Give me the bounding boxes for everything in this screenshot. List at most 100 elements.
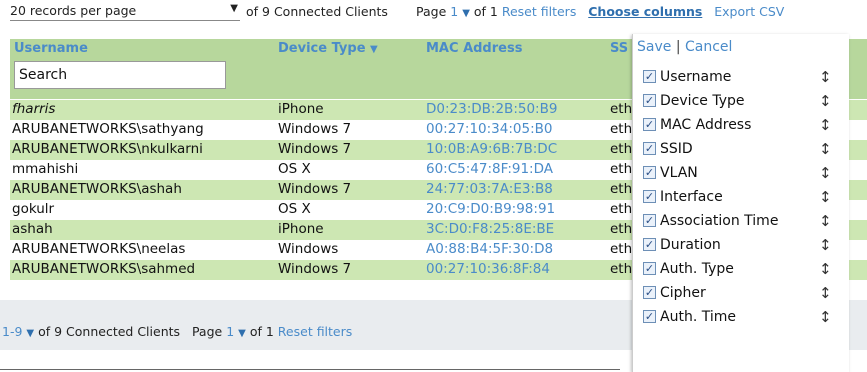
column-header-ssid[interactable]: SS <box>610 41 628 56</box>
records-per-page-select[interactable]: 20 records per page ▼ <box>10 3 240 21</box>
page-number-select[interactable]: 1 ▼ <box>450 4 470 19</box>
search-input[interactable] <box>14 61 226 89</box>
checkbox-checked-icon[interactable]: ✓ <box>643 286 656 299</box>
cell-username: ARUBANETWORKS\ashah <box>12 181 182 197</box>
cell-username: fharris <box>12 101 56 117</box>
column-option-vlan[interactable]: ✓ VLAN ↕ <box>643 164 841 186</box>
filter-icon[interactable]: ▼ <box>370 44 378 55</box>
cell-device-type: iPhone <box>278 101 324 117</box>
cell-device-type: Windows 7 <box>278 141 352 157</box>
checkbox-checked-icon[interactable]: ✓ <box>643 70 656 83</box>
cell-ssid: eth <box>610 141 633 157</box>
cell-mac-address[interactable]: 60:C5:47:8F:91:DA <box>426 161 553 177</box>
column-option-device-type[interactable]: ✓ Device Type ↕ <box>643 92 841 114</box>
cell-mac-address[interactable]: 3C:D0:F8:25:8E:BE <box>426 221 554 237</box>
drag-handle-icon[interactable]: ↕ <box>819 212 832 230</box>
column-option-label: Duration <box>660 237 721 253</box>
column-option-label: Association Time <box>660 213 779 229</box>
cell-device-type: Windows 7 <box>278 121 352 137</box>
drag-handle-icon[interactable]: ↕ <box>819 68 832 86</box>
column-option-association-time[interactable]: ✓ Association Time ↕ <box>643 212 841 234</box>
cell-ssid: eth <box>610 161 633 177</box>
column-header-device-type[interactable]: Device Type ▼ <box>278 41 378 56</box>
drag-handle-icon[interactable]: ↕ <box>819 140 832 158</box>
column-option-auth-type[interactable]: ✓ Auth. Type ↕ <box>643 260 841 282</box>
export-csv-link[interactable]: Export CSV <box>714 4 784 19</box>
checkbox-checked-icon[interactable]: ✓ <box>643 214 656 227</box>
divider <box>0 369 620 370</box>
cell-device-type: Windows 7 <box>278 261 352 277</box>
column-option-mac-address[interactable]: ✓ MAC Address ↕ <box>643 116 841 138</box>
cell-username: ashah <box>12 221 53 237</box>
column-option-duration[interactable]: ✓ Duration ↕ <box>643 236 841 258</box>
drag-handle-icon[interactable]: ↕ <box>819 164 832 182</box>
checkbox-checked-icon[interactable]: ✓ <box>643 310 656 323</box>
chevron-down-icon: ▼ <box>238 328 246 339</box>
footer-pagination: 1-9 ▼ of 9 Connected Clients Page 1 ▼ of… <box>2 324 352 339</box>
column-option-auth-time[interactable]: ✓ Auth. Time ↕ <box>643 308 841 330</box>
range-select[interactable]: 1-9 ▼ <box>2 324 34 339</box>
column-header-username[interactable]: Username <box>14 41 88 56</box>
column-option-label: MAC Address <box>660 117 752 133</box>
cell-username: ARUBANETWORKS\sathyang <box>12 121 204 137</box>
reset-filters-link[interactable]: Reset filters <box>502 4 576 19</box>
choose-columns-panel: Save | Cancel ✓ Username ↕ ✓ Device Type… <box>632 34 849 372</box>
cell-mac-address[interactable]: 10:0B:A9:6B:7B:DC <box>426 141 557 157</box>
checkbox-checked-icon[interactable]: ✓ <box>643 238 656 251</box>
drag-handle-icon[interactable]: ↕ <box>819 116 832 134</box>
cell-mac-address[interactable]: A0:88:B4:5F:30:D8 <box>426 241 553 257</box>
footer-page-total: of 1 <box>249 324 274 339</box>
cell-mac-address[interactable]: 20:C9:D0:B9:98:91 <box>426 201 555 217</box>
checkbox-checked-icon[interactable]: ✓ <box>643 166 656 179</box>
column-option-interface[interactable]: ✓ Interface ↕ <box>643 188 841 210</box>
checkbox-checked-icon[interactable]: ✓ <box>643 262 656 275</box>
cell-ssid: eth <box>610 181 633 197</box>
cell-device-type: Windows 7 <box>278 181 352 197</box>
checkbox-checked-icon[interactable]: ✓ <box>643 190 656 203</box>
toolbar: 20 records per page ▼ of 9 Connected Cli… <box>0 0 867 24</box>
footer-page-label: Page <box>191 324 223 339</box>
chevron-down-icon: ▼ <box>230 3 238 14</box>
cell-ssid: eth <box>610 261 633 277</box>
footer-page-number: 1 <box>226 324 235 339</box>
checkbox-checked-icon[interactable]: ✓ <box>643 118 656 131</box>
chevron-down-icon: ▼ <box>462 8 470 19</box>
column-option-username[interactable]: ✓ Username ↕ <box>643 68 841 90</box>
chevron-down-icon: ▼ <box>26 328 35 339</box>
drag-handle-icon[interactable]: ↕ <box>819 284 832 302</box>
footer-page-number-select[interactable]: 1 ▼ <box>226 324 246 339</box>
cell-mac-address[interactable]: 00:27:10:34:05:B0 <box>426 121 552 137</box>
drag-handle-icon[interactable]: ↕ <box>819 92 832 110</box>
drag-handle-icon[interactable]: ↕ <box>819 236 832 254</box>
drag-handle-icon[interactable]: ↕ <box>819 308 832 326</box>
column-option-cipher[interactable]: ✓ Cipher ↕ <box>643 284 841 306</box>
cell-mac-address[interactable]: 24:77:03:7A:E3:B8 <box>426 181 553 197</box>
page-number: 1 <box>450 4 459 19</box>
page-label: Page <box>416 4 447 19</box>
cell-device-type: iPhone <box>278 221 324 237</box>
checkbox-checked-icon[interactable]: ✓ <box>643 142 656 155</box>
cell-ssid: eth <box>610 221 633 237</box>
cancel-link[interactable]: Cancel <box>685 39 732 55</box>
records-per-page-value: 20 records per page <box>10 3 137 18</box>
column-option-label: Auth. Type <box>660 261 734 277</box>
separator: | <box>675 39 681 55</box>
cell-device-type: OS X <box>278 201 311 217</box>
cell-ssid: eth <box>610 241 633 257</box>
footer-count-text: of 9 Connected Clients <box>38 324 181 339</box>
range-value: 1-9 <box>2 324 23 339</box>
drag-handle-icon[interactable]: ↕ <box>819 188 832 206</box>
column-header-mac-address[interactable]: MAC Address <box>426 41 522 56</box>
save-link[interactable]: Save <box>637 39 671 55</box>
checkbox-checked-icon[interactable]: ✓ <box>643 94 656 107</box>
column-option-label: Interface <box>660 189 723 205</box>
column-option-ssid[interactable]: ✓ SSID ↕ <box>643 140 841 162</box>
choose-columns-link[interactable]: Choose columns <box>588 4 702 19</box>
cell-mac-address[interactable]: D0:23:DB:2B:50:B9 <box>426 101 557 117</box>
footer-reset-filters-link[interactable]: Reset filters <box>278 324 352 339</box>
cell-username: ARUBANETWORKS\nkulkarni <box>12 141 203 157</box>
cell-mac-address[interactable]: 00:27:10:36:8F:84 <box>426 261 550 277</box>
client-count-text: of 9 Connected Clients <box>246 4 388 19</box>
drag-handle-icon[interactable]: ↕ <box>819 260 832 278</box>
panel-actions: Save | Cancel <box>637 39 732 55</box>
